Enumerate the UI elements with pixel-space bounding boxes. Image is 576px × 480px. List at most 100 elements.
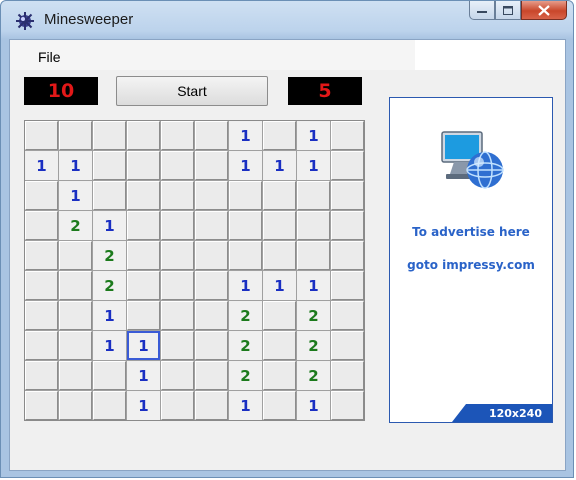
board-cell[interactable]: 2 <box>229 361 262 390</box>
board-cell[interactable] <box>161 361 194 390</box>
board-cell[interactable]: 1 <box>229 151 262 180</box>
board-cell[interactable] <box>161 391 194 420</box>
board-cell[interactable]: 1 <box>263 271 296 300</box>
board-cell[interactable] <box>25 391 58 420</box>
board-cell[interactable] <box>229 181 262 210</box>
minimize-button[interactable] <box>469 1 495 20</box>
board-cell[interactable]: 1 <box>59 151 92 180</box>
board-cell[interactable] <box>59 241 92 270</box>
board-cell[interactable] <box>127 241 160 270</box>
board-cell[interactable] <box>331 301 364 330</box>
board-cell[interactable] <box>263 241 296 270</box>
board-cell[interactable] <box>331 391 364 420</box>
board-cell[interactable] <box>263 121 296 150</box>
board-cell[interactable]: 1 <box>93 211 126 240</box>
board-cell[interactable] <box>161 151 194 180</box>
board-cell[interactable]: 2 <box>93 241 126 270</box>
board-cell[interactable]: 1 <box>25 151 58 180</box>
close-button[interactable] <box>521 1 567 20</box>
board-cell[interactable]: 1 <box>59 181 92 210</box>
board-cell[interactable] <box>25 211 58 240</box>
board-cell[interactable] <box>331 361 364 390</box>
board-cell[interactable]: 1 <box>229 121 262 150</box>
board-cell[interactable] <box>93 121 126 150</box>
board-cell[interactable] <box>331 241 364 270</box>
board-cell[interactable] <box>161 241 194 270</box>
board-cell[interactable] <box>195 151 228 180</box>
board-cell[interactable] <box>127 181 160 210</box>
board-cell[interactable] <box>25 361 58 390</box>
board-cell[interactable] <box>229 211 262 240</box>
board-cell[interactable]: 1 <box>263 151 296 180</box>
board-cell[interactable] <box>263 301 296 330</box>
board-cell[interactable] <box>331 271 364 300</box>
board-cell[interactable] <box>25 301 58 330</box>
board-cell[interactable] <box>195 211 228 240</box>
board-cell[interactable] <box>59 391 92 420</box>
board-cell[interactable] <box>195 181 228 210</box>
board-cell[interactable]: 1 <box>93 331 126 360</box>
board-cell[interactable] <box>331 151 364 180</box>
board-cell[interactable]: 1 <box>93 301 126 330</box>
board-cell[interactable] <box>25 241 58 270</box>
board-cell[interactable] <box>93 181 126 210</box>
board-cell[interactable] <box>263 361 296 390</box>
board-cell[interactable] <box>195 331 228 360</box>
board-cell[interactable] <box>331 181 364 210</box>
board-cell[interactable] <box>93 361 126 390</box>
board-cell[interactable] <box>59 331 92 360</box>
board-cell[interactable]: 1 <box>127 331 160 360</box>
board-cell[interactable] <box>25 331 58 360</box>
board-cell[interactable] <box>195 241 228 270</box>
board-cell[interactable]: 1 <box>297 391 330 420</box>
board-cell[interactable]: 2 <box>93 271 126 300</box>
menu-file[interactable]: File <box>38 49 61 65</box>
board-cell[interactable] <box>331 331 364 360</box>
board-cell[interactable] <box>297 211 330 240</box>
board-cell[interactable] <box>331 121 364 150</box>
board-cell[interactable]: 1 <box>229 271 262 300</box>
board-cell[interactable] <box>161 211 194 240</box>
board-cell[interactable]: 2 <box>59 211 92 240</box>
board-cell[interactable] <box>93 391 126 420</box>
board-cell[interactable] <box>127 211 160 240</box>
board-cell[interactable] <box>195 271 228 300</box>
board-cell[interactable] <box>195 301 228 330</box>
board-cell[interactable] <box>59 271 92 300</box>
board-cell[interactable]: 1 <box>127 361 160 390</box>
board-cell[interactable] <box>59 121 92 150</box>
board-cell[interactable] <box>263 181 296 210</box>
board-cell[interactable] <box>127 271 160 300</box>
board-cell[interactable] <box>25 181 58 210</box>
board-cell[interactable] <box>161 181 194 210</box>
board-cell[interactable] <box>195 121 228 150</box>
board-cell[interactable] <box>331 211 364 240</box>
board-cell[interactable] <box>161 121 194 150</box>
board-cell[interactable]: 2 <box>229 331 262 360</box>
board-cell[interactable] <box>263 331 296 360</box>
board-cell[interactable]: 1 <box>127 391 160 420</box>
board-cell[interactable] <box>161 331 194 360</box>
board-cell[interactable]: 1 <box>297 121 330 150</box>
board-cell[interactable] <box>263 211 296 240</box>
title-bar[interactable]: Minesweeper <box>1 1 573 39</box>
board-cell[interactable] <box>93 151 126 180</box>
board-cell[interactable] <box>59 361 92 390</box>
board-cell[interactable] <box>161 301 194 330</box>
board-cell[interactable]: 1 <box>297 151 330 180</box>
board-cell[interactable] <box>297 181 330 210</box>
board-cell[interactable]: 1 <box>297 271 330 300</box>
board-cell[interactable]: 2 <box>297 361 330 390</box>
board-cell[interactable] <box>195 391 228 420</box>
board-cell[interactable]: 2 <box>297 301 330 330</box>
board-cell[interactable] <box>229 241 262 270</box>
board-cell[interactable] <box>297 241 330 270</box>
board-cell[interactable] <box>127 151 160 180</box>
maximize-button[interactable] <box>495 1 521 20</box>
board-cell[interactable]: 1 <box>229 391 262 420</box>
board-cell[interactable] <box>127 121 160 150</box>
board-cell[interactable] <box>25 121 58 150</box>
board-cell[interactable] <box>263 391 296 420</box>
ad-banner[interactable]: To advertise here goto impressy.com 120x… <box>389 97 553 423</box>
board-cell[interactable]: 2 <box>229 301 262 330</box>
